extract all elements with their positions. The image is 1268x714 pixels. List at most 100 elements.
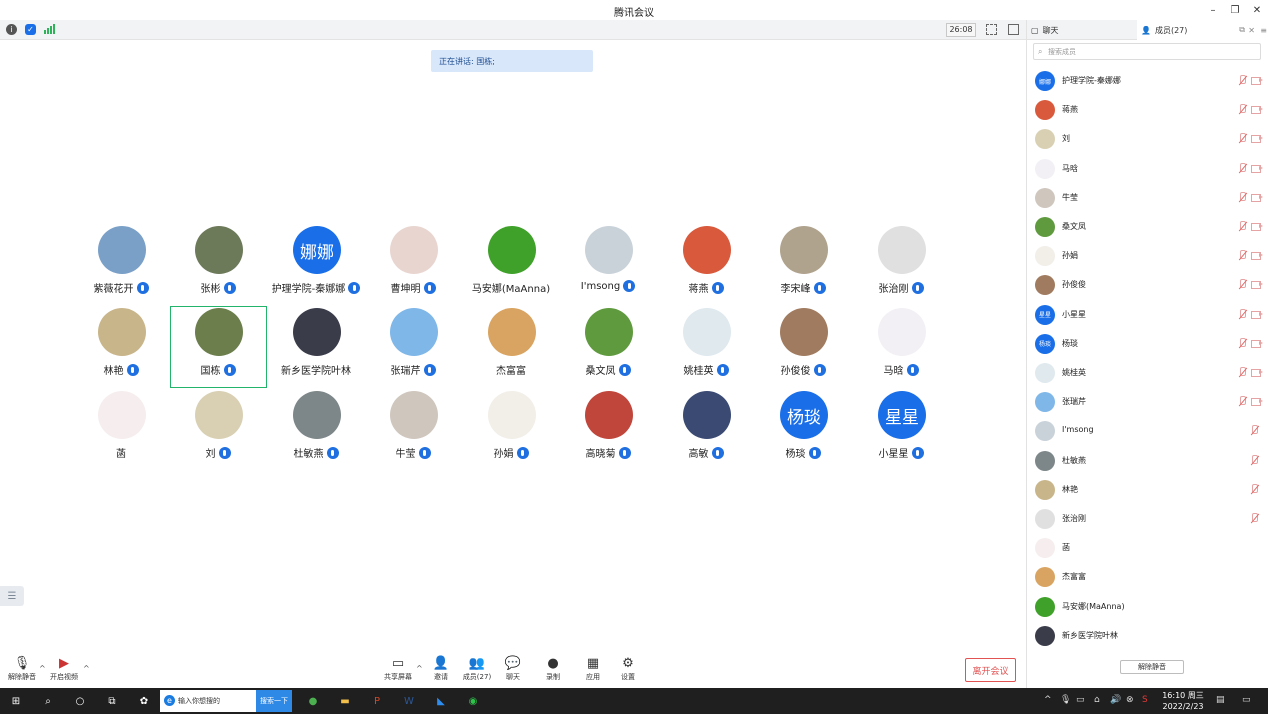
participant-tile[interactable]: 姚桂英: [658, 308, 754, 388]
participant-tile[interactable]: 菡: [73, 391, 169, 471]
layout-icon[interactable]: [1008, 24, 1019, 35]
chat-button[interactable]: 💬 聊天: [493, 656, 533, 686]
member-row[interactable]: 张瑞芹: [1027, 387, 1268, 416]
mic-muted-icon[interactable]: [1237, 279, 1247, 289]
close-icon[interactable]: ✕: [1246, 0, 1268, 20]
member-row[interactable]: 牛莹: [1027, 183, 1268, 212]
start-video-button[interactable]: ▶ 开启视频: [44, 656, 84, 686]
participant-tile[interactable]: 马晗: [853, 308, 949, 388]
tray-volume-icon[interactable]: 🔊: [1110, 695, 1121, 705]
member-row[interactable]: 马晗: [1027, 154, 1268, 183]
participant-tile[interactable]: 娜娜 护理学院-秦娜娜: [268, 226, 364, 306]
participant-tile[interactable]: 新乡医学院叶林: [268, 308, 364, 388]
camera-off-icon[interactable]: [1251, 105, 1263, 115]
member-row[interactable]: 马安娜(MaAnna): [1027, 592, 1268, 621]
member-row[interactable]: 林艳: [1027, 475, 1268, 504]
participant-tile[interactable]: 马安娜(MaAnna): [463, 226, 559, 306]
mic-muted-icon[interactable]: [1237, 221, 1247, 231]
participant-tile[interactable]: 蒋燕: [658, 226, 754, 306]
unmute-all-button[interactable]: 解除静音: [1120, 660, 1184, 674]
camera-off-icon[interactable]: [1251, 193, 1263, 202]
action-center-icon[interactable]: ▭: [1242, 695, 1251, 705]
member-row[interactable]: 姚桂英: [1027, 358, 1268, 387]
fullscreen-icon[interactable]: [986, 24, 997, 35]
mic-muted-icon[interactable]: [1237, 191, 1247, 202]
app-green-icon[interactable]: ●: [303, 691, 323, 711]
restore-icon[interactable]: ❐: [1224, 0, 1246, 20]
participant-tile[interactable]: 高晓菊: [560, 391, 656, 471]
mic-muted-icon[interactable]: [1237, 162, 1247, 173]
audio-options-caret[interactable]: ^: [39, 664, 46, 673]
mic-muted-icon[interactable]: [1237, 308, 1247, 319]
mic-muted-icon[interactable]: [1249, 513, 1259, 523]
mic-muted-icon[interactable]: [1249, 483, 1259, 494]
participant-tile[interactable]: 牛莹: [365, 391, 461, 471]
tray-app-icon[interactable]: S: [1142, 695, 1148, 705]
mic-muted-icon[interactable]: [1237, 250, 1247, 260]
member-row[interactable]: 蒋燕: [1027, 95, 1268, 124]
cortana-icon[interactable]: ○: [70, 691, 90, 711]
info-icon[interactable]: i: [6, 24, 17, 35]
meeting-app-icon[interactable]: ◣: [431, 691, 451, 711]
member-row[interactable]: 菡: [1027, 533, 1268, 562]
close-icon[interactable]: ✕: [1248, 26, 1255, 35]
popout-icon[interactable]: ⧉: [1239, 25, 1245, 35]
menu-icon[interactable]: ≡: [1260, 26, 1267, 35]
participant-tile[interactable]: 李宋峰: [755, 226, 851, 306]
search-icon[interactable]: ⌕: [38, 691, 58, 711]
participant-tile[interactable]: 国栋: [170, 308, 266, 388]
member-search-input[interactable]: ⌕ 搜索成员: [1033, 43, 1261, 60]
folder-icon[interactable]: ▬: [335, 691, 355, 711]
camera-off-icon[interactable]: [1251, 339, 1263, 348]
settings-button[interactable]: ⚙ 设置: [608, 656, 648, 686]
member-row[interactable]: 娜娜 护理学院-秦娜娜: [1027, 66, 1268, 95]
signal-icon[interactable]: [44, 24, 55, 34]
wechat-icon[interactable]: ◉: [463, 691, 483, 711]
participant-tile[interactable]: 曹坤明: [365, 226, 461, 306]
member-row[interactable]: I'msong: [1027, 416, 1268, 445]
member-row[interactable]: 孙俊俊: [1027, 270, 1268, 299]
member-row[interactable]: 星星 小星星: [1027, 300, 1268, 329]
member-row[interactable]: 新乡医学院叶林: [1027, 621, 1268, 650]
taskbar-clock[interactable]: 16:10 周三 2022/2/23: [1160, 690, 1206, 712]
notification-icon[interactable]: ▤: [1216, 695, 1225, 705]
unmute-button[interactable]: 🎙 解除静音: [2, 656, 42, 686]
taskbar-search-input[interactable]: e 输入你想搜的: [160, 690, 256, 712]
camera-off-icon[interactable]: [1251, 164, 1263, 173]
participant-tile[interactable]: 杰富富: [463, 308, 559, 388]
participant-tile[interactable]: 林艳: [73, 308, 169, 388]
participant-tile[interactable]: 杜敏燕: [268, 391, 364, 471]
apps-button[interactable]: ▦ 应用: [573, 656, 613, 686]
camera-off-icon[interactable]: [1251, 368, 1263, 377]
tab-chat[interactable]: ▢ 聊天: [1027, 20, 1137, 40]
participant-tile[interactable]: 紫薇花开: [73, 226, 169, 306]
participant-tile[interactable]: 高敏: [658, 391, 754, 471]
tray-mic-icon[interactable]: 🎙: [1060, 695, 1071, 705]
minimize-icon[interactable]: –: [1202, 0, 1224, 20]
mic-muted-icon[interactable]: [1237, 337, 1247, 348]
participant-tile[interactable]: I'msong: [560, 226, 656, 306]
app-icon[interactable]: ✿: [134, 691, 154, 711]
participant-tile[interactable]: 张治刚: [853, 226, 949, 306]
participant-tile[interactable]: 孙娟: [463, 391, 559, 471]
tray-display-icon[interactable]: ▭: [1076, 695, 1085, 705]
share-screen-button[interactable]: ▭ 共享屏幕: [378, 656, 418, 686]
participant-tile[interactable]: 星星 小星星: [853, 391, 949, 471]
camera-off-icon[interactable]: [1251, 76, 1263, 85]
camera-off-icon[interactable]: [1251, 134, 1263, 144]
member-row[interactable]: 桑文凤: [1027, 212, 1268, 241]
camera-off-icon[interactable]: [1251, 397, 1263, 407]
windows-start-icon[interactable]: ⊞: [6, 691, 26, 711]
mic-muted-icon[interactable]: [1237, 396, 1247, 406]
member-row[interactable]: 刘: [1027, 124, 1268, 153]
leave-meeting-button[interactable]: 离开会议: [965, 658, 1016, 682]
camera-off-icon[interactable]: [1251, 251, 1263, 261]
camera-off-icon[interactable]: [1251, 310, 1263, 319]
member-row[interactable]: 杰富富: [1027, 562, 1268, 591]
mic-muted-icon[interactable]: [1249, 425, 1259, 435]
mic-muted-icon[interactable]: [1237, 104, 1247, 114]
camera-off-icon[interactable]: [1251, 222, 1263, 231]
tray-up-icon[interactable]: ^: [1044, 695, 1052, 705]
record-button[interactable]: ● 录制: [533, 656, 573, 686]
member-row[interactable]: 张治刚: [1027, 504, 1268, 533]
